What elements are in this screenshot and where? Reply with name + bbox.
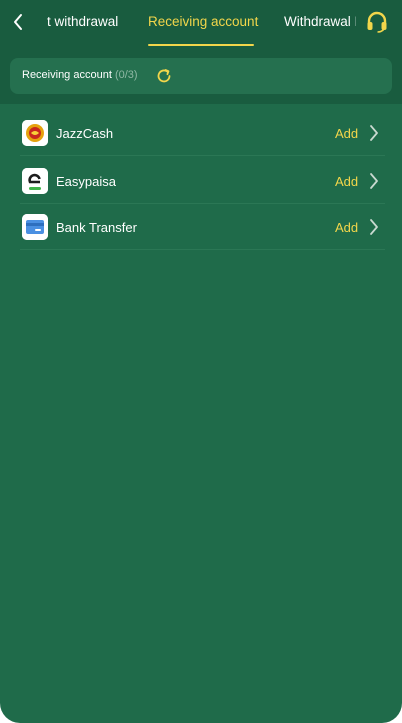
receiving-account-summary: Receiving account (0/3) bbox=[10, 58, 392, 94]
refresh-icon bbox=[157, 69, 171, 83]
easypaisa-logo-icon bbox=[22, 168, 48, 194]
jazzcash-label: JazzCash bbox=[56, 126, 114, 141]
tab-receiving-account[interactable]: Receiving account bbox=[148, 14, 258, 29]
chevron-right-icon bbox=[370, 173, 378, 189]
chevron-left-icon bbox=[14, 14, 22, 30]
chevron-right-icon bbox=[370, 219, 378, 235]
bank-card-icon bbox=[22, 214, 48, 240]
receiving-account-label: Receiving account (0/3) bbox=[22, 69, 138, 81]
support-button[interactable] bbox=[365, 10, 389, 34]
bank-transfer-label: Bank Transfer bbox=[56, 220, 137, 235]
active-tab-indicator bbox=[148, 44, 254, 46]
list-item-bank-transfer[interactable]: Bank Transfer Add bbox=[20, 204, 385, 250]
easypaisa-add-button[interactable]: Add bbox=[335, 174, 358, 189]
screen: t withdrawal Receiving account Withdrawa… bbox=[0, 0, 402, 723]
list-item-jazzcash[interactable]: JazzCash Add bbox=[20, 110, 385, 156]
bank-transfer-add-button[interactable]: Add bbox=[335, 220, 358, 235]
tab-withdrawal-record[interactable]: Withdrawal I bbox=[284, 14, 356, 29]
jazzcash-logo-icon bbox=[22, 120, 48, 146]
headset-icon bbox=[367, 11, 387, 33]
chevron-right-icon bbox=[370, 125, 378, 141]
easypaisa-label: Easypaisa bbox=[56, 174, 116, 189]
back-button[interactable] bbox=[8, 10, 28, 34]
list-item-easypaisa[interactable]: Easypaisa Add bbox=[20, 158, 385, 204]
tab-withdrawal[interactable]: t withdrawal bbox=[47, 14, 118, 29]
refresh-button[interactable] bbox=[155, 67, 173, 85]
tab-bar: t withdrawal Receiving account Withdrawa… bbox=[0, 0, 402, 48]
account-count: (0/3) bbox=[114, 69, 138, 81]
account-label-text: Receiving account bbox=[22, 69, 112, 81]
jazzcash-add-button[interactable]: Add bbox=[335, 126, 358, 141]
